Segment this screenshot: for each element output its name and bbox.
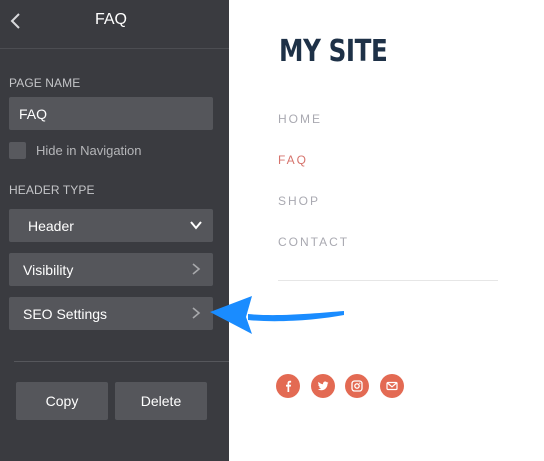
delete-button[interactable]: Delete	[115, 382, 207, 420]
header-type-select[interactable]: Header	[9, 209, 213, 242]
twitter-icon	[317, 381, 329, 391]
facebook-icon	[286, 380, 292, 392]
facebook-button[interactable]	[276, 374, 300, 398]
twitter-button[interactable]	[311, 374, 335, 398]
nav-item-home[interactable]: HOME	[278, 112, 322, 126]
header-select-value: Header	[28, 218, 74, 234]
instagram-icon	[351, 380, 363, 392]
chevron-right-icon	[192, 263, 201, 275]
chevron-right-icon	[192, 307, 201, 319]
seo-settings-button[interactable]: SEO Settings	[9, 297, 213, 330]
hide-in-navigation-label: Hide in Navigation	[36, 143, 142, 158]
panel-title: FAQ	[94, 11, 127, 28]
site-title: MY SITE	[279, 34, 388, 69]
visibility-label: Visibility	[23, 262, 74, 278]
nav-item-shop[interactable]: SHOP	[278, 194, 320, 208]
page-settings-panel: FAQ PAGE NAME Hide in Navigation HEADER …	[0, 0, 229, 461]
site-preview: MY SITE HOME FAQ SHOP CONTACT	[229, 0, 544, 461]
annotation-arrow	[210, 296, 344, 334]
panel-header: FAQ	[0, 0, 229, 49]
nav-item-contact[interactable]: CONTACT	[278, 235, 349, 249]
mail-icon	[386, 381, 398, 391]
instagram-button[interactable]	[345, 374, 369, 398]
header-type-label: HEADER TYPE	[9, 183, 95, 197]
chevron-down-icon	[190, 221, 202, 230]
visibility-button[interactable]: Visibility	[9, 253, 213, 286]
page-name-label: PAGE NAME	[9, 76, 81, 90]
mail-button[interactable]	[380, 374, 404, 398]
panel-divider	[14, 361, 229, 362]
nav-item-faq[interactable]: FAQ	[278, 153, 308, 167]
hide-in-navigation-checkbox[interactable]	[9, 142, 26, 159]
nav-divider	[278, 280, 498, 281]
copy-button[interactable]: Copy	[16, 382, 108, 420]
seo-settings-label: SEO Settings	[23, 306, 108, 322]
page-name-input[interactable]	[9, 97, 213, 130]
